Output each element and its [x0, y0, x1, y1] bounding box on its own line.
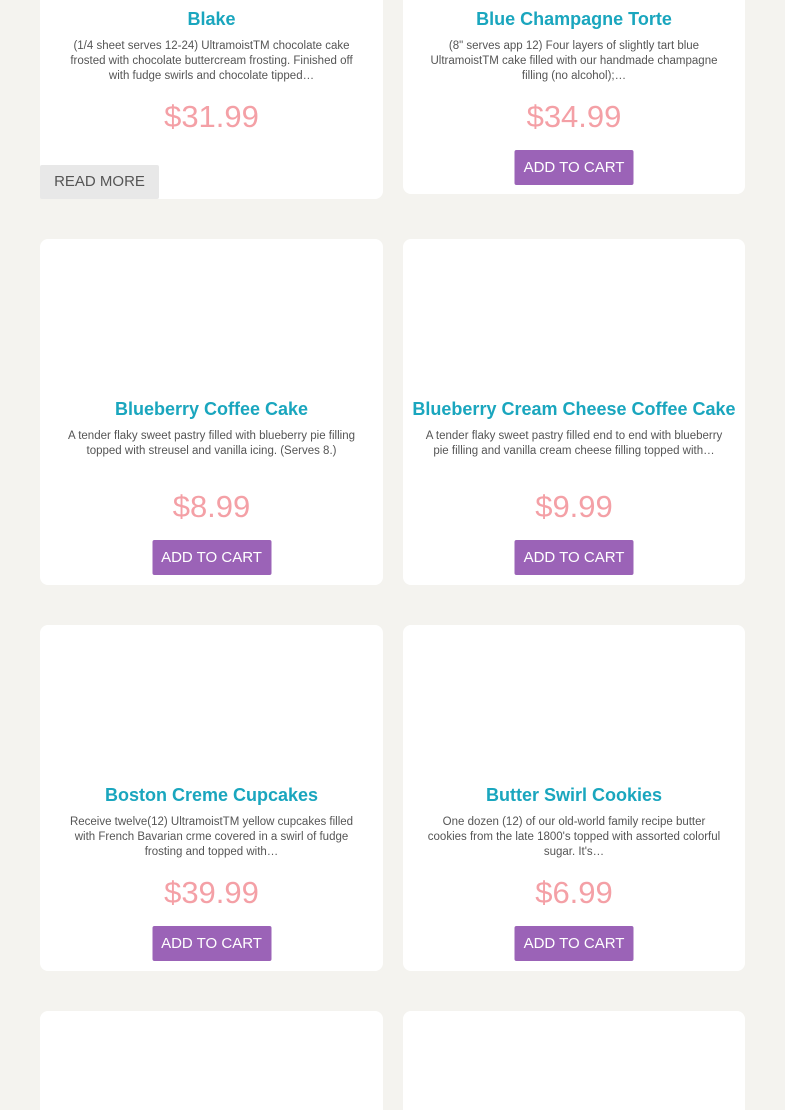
product-price: $6.99 [535, 875, 613, 910]
add-to-cart-button[interactable]: ADD TO CART [514, 150, 634, 185]
product-image[interactable] [403, 625, 745, 775]
product-card: Blueberry Cream Cheese Coffee Cake A ten… [403, 239, 745, 585]
product-description: A tender flaky sweet pastry filled end t… [425, 430, 723, 457]
product-card [40, 1011, 383, 1110]
product-description: Receive twelve(12) UltramoistTM yellow c… [69, 816, 354, 858]
product-title[interactable]: Blueberry Cream Cheese Coffee Cake [403, 398, 745, 420]
product-image[interactable] [40, 239, 383, 389]
read-more-button[interactable]: READ MORE [40, 165, 159, 199]
product-title[interactable]: Boston Creme Cupcakes [40, 784, 383, 806]
product-card: Butter Swirl Cookies One dozen (12) of o… [403, 625, 745, 971]
product-card: Blueberry Coffee Cake A tender flaky swe… [40, 239, 383, 585]
product-description: A tender flaky sweet pastry filled with … [67, 430, 355, 457]
product-image[interactable] [40, 625, 383, 775]
add-to-cart-button[interactable]: ADD TO CART [152, 540, 271, 575]
product-price: $31.99 [164, 99, 259, 134]
product-card: Blake (1/4 sheet serves 12-24) Ultramois… [40, 0, 383, 199]
product-description: (8" serves app 12) Four layers of slight… [430, 40, 718, 82]
product-price: $39.99 [164, 875, 259, 910]
product-price: $8.99 [172, 489, 251, 524]
product-title[interactable]: Blueberry Coffee Cake [40, 398, 383, 420]
product-price: $34.99 [526, 99, 622, 134]
add-to-cart-button[interactable]: ADD TO CART [514, 540, 634, 575]
product-price: $9.99 [535, 489, 613, 524]
product-description: (1/4 sheet serves 12-24) UltramoistTM ch… [70, 40, 353, 82]
product-card: Boston Creme Cupcakes Receive twelve(12)… [40, 625, 383, 971]
product-image[interactable] [403, 1011, 745, 1110]
product-image[interactable] [40, 1011, 383, 1110]
product-card: Blue Champagne Torte (8" serves app 12) … [403, 0, 745, 194]
product-image[interactable] [403, 239, 745, 389]
add-to-cart-button[interactable]: ADD TO CART [152, 926, 271, 961]
add-to-cart-button[interactable]: ADD TO CART [514, 926, 634, 961]
product-description: One dozen (12) of our old-world family r… [427, 816, 721, 858]
product-title[interactable]: Blake [40, 8, 383, 30]
product-title[interactable]: Butter Swirl Cookies [403, 784, 745, 806]
product-card [403, 1011, 745, 1110]
product-title[interactable]: Blue Champagne Torte [403, 8, 745, 30]
